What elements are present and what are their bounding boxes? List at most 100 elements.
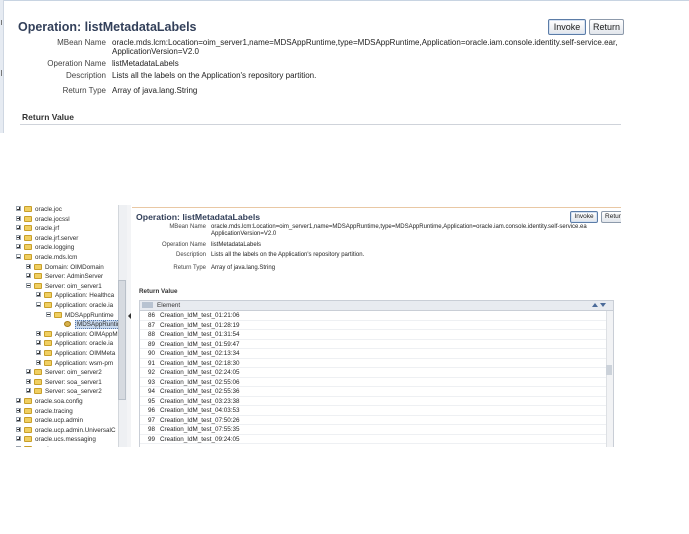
tree-item[interactable]: oracle.ucs.messaging — [16, 435, 118, 444]
tree-item[interactable]: Application: OIMAppM — [16, 330, 118, 339]
tree-item[interactable]: MDSAppRuntime — [16, 311, 118, 320]
tree-item[interactable]: oracle.mds.lcm — [16, 253, 118, 262]
table-row[interactable]: 99 Creation_IdM_test_09:24:05 — [140, 435, 606, 444]
tree-item[interactable]: oracle.ucp.admin.UniversalC — [16, 426, 118, 435]
tree-item-label: oracle.tracing — [35, 407, 73, 415]
left-pane-marker — [1, 70, 5, 76]
expand-icon[interactable] — [16, 426, 21, 432]
tree-item[interactable]: oracle.tracing — [16, 407, 118, 416]
expand-icon[interactable] — [16, 234, 21, 240]
expand-icon[interactable] — [26, 273, 31, 279]
pane-splitter[interactable] — [127, 205, 131, 447]
table-row[interactable]: 91 Creation_IdM_test_02:18:30 — [140, 359, 606, 368]
folder-icon — [24, 206, 32, 212]
collapse-icon[interactable] — [16, 254, 21, 259]
expand-icon[interactable] — [16, 446, 21, 447]
expand-icon[interactable] — [16, 407, 21, 413]
expand-icon[interactable] — [16, 417, 21, 423]
expand-icon[interactable] — [36, 330, 41, 336]
folder-icon — [44, 340, 52, 347]
tree-item[interactable]: Application: oracle.ia — [16, 301, 118, 310]
table-row[interactable]: 93 Creation_IdM_test_02:55:06 — [140, 378, 606, 387]
table-row[interactable]: 86 Creation_IdM_test_01:21:06 — [140, 311, 606, 321]
expand-icon[interactable] — [26, 388, 31, 394]
tree-scrollbar-thumb[interactable] — [118, 280, 126, 400]
tree-item[interactable]: MDSAppRuntim — [16, 320, 125, 330]
return-value-table: Element 86 Creation_IdM_test_01:21:06 87 Cr… — [139, 300, 614, 447]
tree-item[interactable]: oracle.logging — [16, 243, 118, 252]
table-row[interactable]: 97 Creation_IdM_test_07:50:26 — [140, 416, 606, 425]
sort-ascending-icon[interactable] — [592, 303, 598, 307]
tree-item[interactable]: Application: wsm-pm — [16, 359, 118, 368]
return-button[interactable]: Return — [589, 19, 624, 35]
tree-item-label: Application: Healthca — [55, 292, 115, 300]
row-value: Creation_IdM_test_01:59:47 — [160, 340, 240, 348]
expand-icon[interactable] — [16, 225, 21, 231]
table-header[interactable]: Element — [140, 301, 613, 311]
sort-descending-icon[interactable] — [600, 303, 606, 307]
tree-item[interactable]: oracle.jrf.server — [16, 234, 118, 243]
table-row[interactable]: 87 Creation_IdM_test_01:28:19 — [140, 321, 606, 330]
table-row[interactable]: 92 Creation_IdM_test_02:24:05 — [140, 368, 606, 378]
collapse-icon[interactable] — [46, 311, 51, 317]
row-value: Creation_IdM_test_07:50:26 — [160, 416, 240, 424]
table-row[interactable]: 95 Creation_IdM_test_03:23:38 — [140, 397, 606, 406]
table-scrollbar[interactable] — [606, 311, 613, 447]
return-value-divider — [20, 124, 621, 125]
expand-icon[interactable] — [36, 340, 41, 346]
expand-icon[interactable] — [16, 206, 21, 211]
collapse-icon[interactable] — [36, 302, 41, 307]
expand-icon[interactable] — [26, 378, 31, 384]
folder-icon — [34, 378, 42, 385]
table-row[interactable]: 89 Creation_IdM_test_01:59:47 — [140, 340, 606, 349]
table-row[interactable]: 98 Creation_IdM_test_07:55:35 — [140, 425, 606, 435]
element-column-header[interactable]: Element — [157, 301, 180, 310]
invoke-button[interactable]: Invoke — [570, 211, 598, 223]
tree-item[interactable]: Server: oim_server2 — [16, 368, 118, 377]
table-row[interactable]: 90 Creation_IdM_test_02:13:34 — [140, 349, 606, 359]
table-row[interactable]: 94 Creation_IdM_test_02:55:36 — [140, 387, 606, 397]
tree-item[interactable]: oracle.jocssl — [16, 215, 118, 224]
tree-item[interactable]: oracle.joc — [16, 205, 118, 214]
expand-icon[interactable] — [36, 350, 41, 355]
collapse-icon[interactable] — [26, 282, 31, 288]
description-value: Lists all the labels on the Application'… — [112, 71, 317, 80]
tree-item[interactable]: Application: Healthca — [16, 291, 118, 300]
expand-icon[interactable] — [36, 292, 41, 298]
operation-name-label: Operation Name — [47, 59, 106, 68]
top-border — [0, 0, 689, 1]
description-label: Description — [175, 252, 206, 258]
table-row[interactable]: 88 Creation_IdM_test_01:31:54 — [140, 330, 606, 340]
expand-icon[interactable] — [16, 215, 21, 221]
tree-item[interactable]: Application: oracle.ia — [16, 339, 118, 348]
table-row[interactable]: 96 Creation_IdM_test_04:03:53 — [140, 406, 606, 416]
folder-icon — [44, 350, 52, 356]
tree-item-label: oracle.jrf.server — [35, 234, 79, 242]
row-value: Creation_IdM_test_01:31:54 — [160, 331, 240, 338]
row-index: 92 — [147, 369, 155, 376]
table-scrollbar-thumb[interactable] — [606, 365, 612, 375]
tree-item[interactable]: Server: soa_server1 — [16, 378, 118, 387]
tree-item[interactable]: Application: OIMMeta — [16, 349, 118, 358]
tree-item[interactable]: Domain: OIMDomain — [16, 263, 118, 272]
invoke-button[interactable]: Invoke — [548, 19, 586, 35]
expand-icon[interactable] — [16, 436, 21, 442]
collapse-arrow-icon[interactable] — [128, 313, 131, 319]
tree-item[interactable]: oracle.jrf — [16, 224, 118, 233]
tree-item[interactable]: Server: oim_server1 — [16, 282, 118, 291]
tree-item[interactable]: oracle.ucp.admin — [16, 416, 118, 425]
expand-icon[interactable] — [16, 244, 21, 250]
expand-icon[interactable] — [16, 398, 21, 403]
tree-item-label: oracle.ucs.messaging — [35, 436, 96, 444]
tree-item[interactable]: Server: AdminServer — [16, 272, 118, 281]
expand-icon[interactable] — [26, 263, 31, 269]
expand-icon[interactable] — [36, 359, 41, 365]
tree-item[interactable]: oracle.soa.config — [16, 397, 118, 406]
row-index: 96 — [147, 407, 155, 414]
expand-icon[interactable] — [26, 369, 31, 375]
tree-item-label: oracle.soa.config — [35, 398, 83, 405]
tree-item[interactable]: oracle.wsm — [16, 445, 118, 447]
select-all-cell[interactable] — [142, 302, 153, 308]
return-button[interactable]: Retur — [601, 211, 621, 223]
tree-item[interactable]: Server: soa_server2 — [16, 387, 118, 396]
